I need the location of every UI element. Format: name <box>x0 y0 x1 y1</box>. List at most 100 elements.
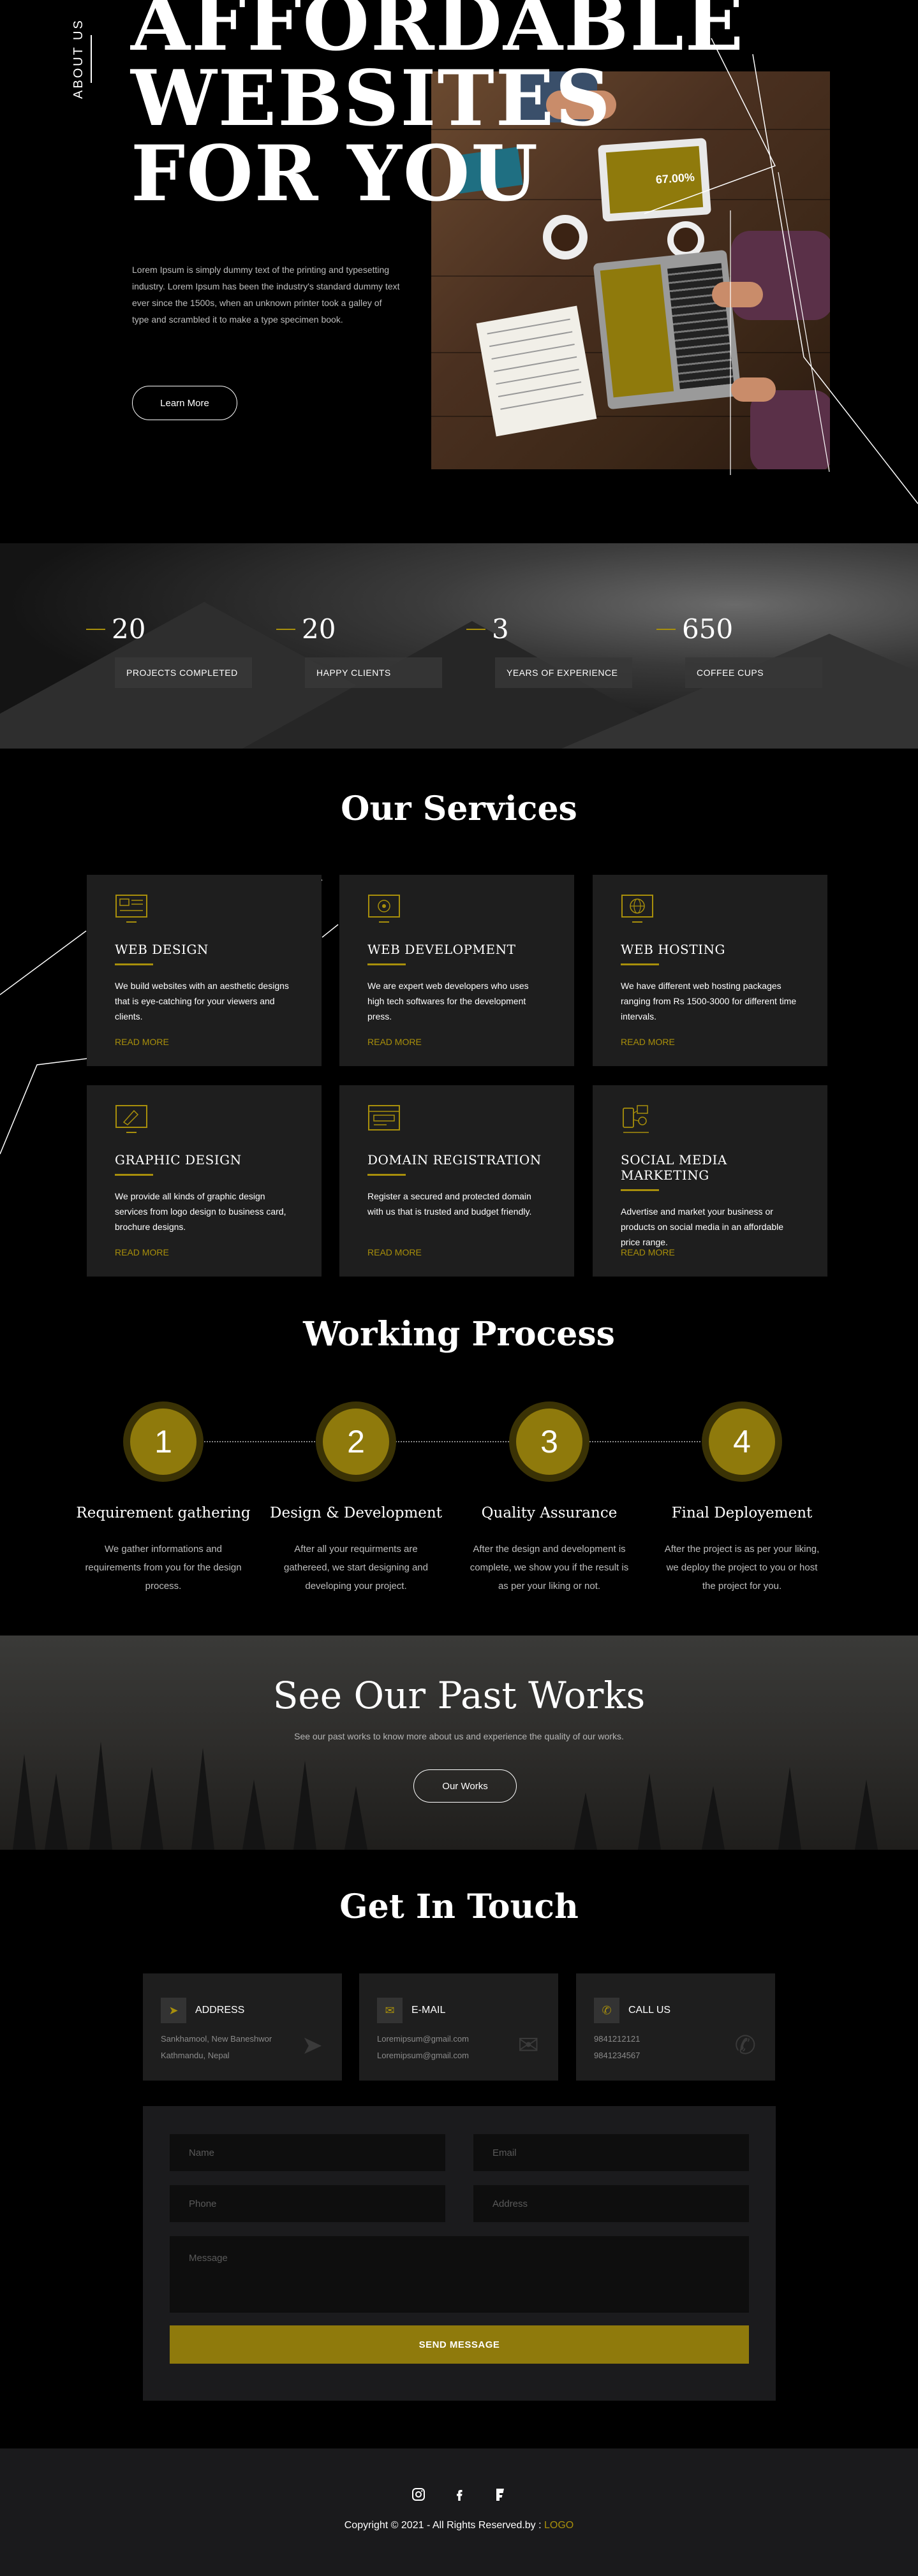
contact-card-email: ✉ E-MAIL Loremipsum@gmail.com Loremipsum… <box>359 1973 558 2081</box>
read-more-link[interactable]: READ MORE <box>621 1247 675 1257</box>
service-underline <box>115 963 153 965</box>
stat-coffee: 650 COFFEE CUPS <box>656 613 822 688</box>
read-more-link[interactable]: READ MORE <box>367 1247 422 1257</box>
contact-line: Kathmandu, Nepal <box>161 2051 230 2060</box>
service-card-web-development: WEB DEVELOPMENT We are expert web develo… <box>339 875 574 1066</box>
contact-form: SEND MESSAGE <box>143 2106 776 2401</box>
service-title: WEB HOSTING <box>621 942 725 957</box>
stat-number: 650 <box>682 613 734 645</box>
step-circle-3: 3 <box>509 1401 589 1482</box>
service-underline <box>367 963 406 965</box>
location-arrow-watermark-icon: ➤ <box>301 2031 323 2060</box>
stat-label: COFFEE CUPS <box>685 657 822 688</box>
past-works-subtitle: See our past works to know more about us… <box>294 1731 624 1741</box>
name-input[interactable] <box>170 2134 445 2171</box>
contact-card-title: ADDRESS <box>195 2005 245 2016</box>
address-input[interactable] <box>473 2185 749 2222</box>
send-message-button[interactable]: SEND MESSAGE <box>170 2325 749 2364</box>
footer: Copyright © 2021 - All Rights Reserved.b… <box>0 2448 918 2576</box>
location-arrow-icon: ➤ <box>161 1998 186 2023</box>
our-works-button[interactable]: Our Works <box>413 1769 517 1803</box>
about-us-label: ABOUT US <box>71 18 85 99</box>
envelope-watermark-icon: ✉ <box>517 2031 539 2060</box>
service-card-web-design: WEB DESIGN We build websites with an aes… <box>87 875 322 1066</box>
message-textarea[interactable] <box>170 2236 749 2313</box>
contact-card-title: E-MAIL <box>411 2005 446 2016</box>
stat-clients: 20 HAPPY CLIENTS <box>276 613 442 688</box>
step-title: Design & Development <box>270 1505 442 1521</box>
contact-line[interactable]: Loremipsum@gmail.com <box>377 2049 540 2063</box>
service-description: Register a secured and protected domain … <box>367 1191 532 1217</box>
step-title: Final Deployement <box>671 1505 813 1521</box>
step-number: 1 <box>130 1409 196 1475</box>
contact-line[interactable]: 9841234567 <box>594 2049 757 2063</box>
stat-number: 3 <box>492 613 509 645</box>
stat-label: YEARS OF EXPERIENCE <box>495 657 632 688</box>
service-card-social-media: SOCIAL MEDIA MARKETING Advertise and mar… <box>593 1085 827 1277</box>
about-divider <box>91 35 92 83</box>
stat-number: 20 <box>302 613 336 645</box>
step-description: We gather informations and requirements … <box>85 1544 242 1592</box>
contact-line[interactable]: 9841212121 <box>594 2032 757 2046</box>
past-works-section: See Our Past Works See our past works to… <box>0 1636 918 1850</box>
service-title: WEB DESIGN <box>115 942 209 957</box>
graphic-design-icon <box>115 1105 147 1133</box>
past-works-title: See Our Past Works <box>272 1674 646 1717</box>
service-underline <box>115 1174 153 1176</box>
read-more-link[interactable]: READ MORE <box>115 1247 169 1257</box>
contact-card-phone: ✆ CALL US 9841212121 9841234567 ✆ <box>576 1973 775 2081</box>
social-media-icon <box>623 1105 649 1133</box>
service-title: WEB DEVELOPMENT <box>367 942 516 957</box>
social-links <box>0 2487 918 2502</box>
learn-more-button[interactable]: Learn More <box>132 386 237 420</box>
step-description: After the design and development is comp… <box>470 1544 629 1592</box>
service-card-graphic-design: GRAPHIC DESIGN We provide all kinds of g… <box>87 1085 322 1277</box>
service-description: We are expert web developers who uses hi… <box>367 981 529 1021</box>
email-input[interactable] <box>473 2134 749 2171</box>
step-circle-1: 1 <box>123 1401 204 1482</box>
contact-line: Sankhamool, New Baneshwor <box>161 2034 272 2044</box>
web-development-icon <box>368 895 400 923</box>
services-title: Our Services <box>341 789 577 828</box>
step-number: 3 <box>516 1409 582 1475</box>
step-number: 2 <box>323 1409 389 1475</box>
step-number: 4 <box>709 1409 775 1475</box>
contact-line[interactable]: Loremipsum@gmail.com <box>377 2032 540 2046</box>
service-description: We build websites with an aesthetic desi… <box>115 981 289 1021</box>
foursquare-icon[interactable] <box>492 2487 508 2502</box>
step-circle-2: 2 <box>316 1401 396 1482</box>
hero-description: Lorem Ipsum is simply dummy text of the … <box>132 265 400 325</box>
service-underline <box>621 963 659 965</box>
stat-label: PROJECTS COMPLETED <box>115 657 252 688</box>
stat-number: 20 <box>112 613 146 645</box>
stats-section: 20 PROJECTS COMPLETED 20 HAPPY CLIENTS 3… <box>0 543 918 749</box>
hero-title: AFFORDABLE WEBSITES FOR YOU <box>131 0 745 219</box>
stat-label: HAPPY CLIENTS <box>305 657 442 688</box>
footer-logo[interactable]: LOGO <box>544 2520 574 2531</box>
phone-input[interactable] <box>170 2185 445 2222</box>
service-description: Advertise and market your business or pr… <box>621 1206 784 1247</box>
stat-projects: 20 PROJECTS COMPLETED <box>86 613 252 688</box>
service-underline <box>367 1174 406 1176</box>
contact-card-address: ➤ ADDRESS Sankhamool, New Baneshwor Kath… <box>143 1973 342 2081</box>
instagram-icon[interactable] <box>411 2487 426 2502</box>
envelope-icon: ✉ <box>377 1998 403 2023</box>
step-circle-4: 4 <box>702 1401 782 1482</box>
facebook-icon[interactable] <box>452 2487 467 2502</box>
service-card-web-hosting: WEB HOSTING We have different web hostin… <box>593 875 827 1066</box>
process-title: Working Process <box>303 1315 615 1354</box>
service-description: We provide all kinds of graphic design s… <box>115 1191 286 1232</box>
service-card-domain-registration: DOMAIN REGISTRATION Register a secured a… <box>339 1085 574 1277</box>
phone-icon: ✆ <box>594 1998 619 2023</box>
web-hosting-icon <box>621 895 653 923</box>
service-title: DOMAIN REGISTRATION <box>367 1152 542 1167</box>
read-more-link[interactable]: READ MORE <box>621 1037 675 1047</box>
phone-watermark-icon: ✆ <box>734 2031 756 2060</box>
step-title: Requirement gathering <box>76 1505 251 1521</box>
domain-registration-icon <box>368 1105 400 1131</box>
contact-card-title: CALL US <box>628 2005 671 2016</box>
service-underline <box>621 1189 659 1191</box>
read-more-link[interactable]: READ MORE <box>115 1037 169 1047</box>
read-more-link[interactable]: READ MORE <box>367 1037 422 1047</box>
step-description: After all your requirments are gathereed… <box>284 1544 428 1592</box>
